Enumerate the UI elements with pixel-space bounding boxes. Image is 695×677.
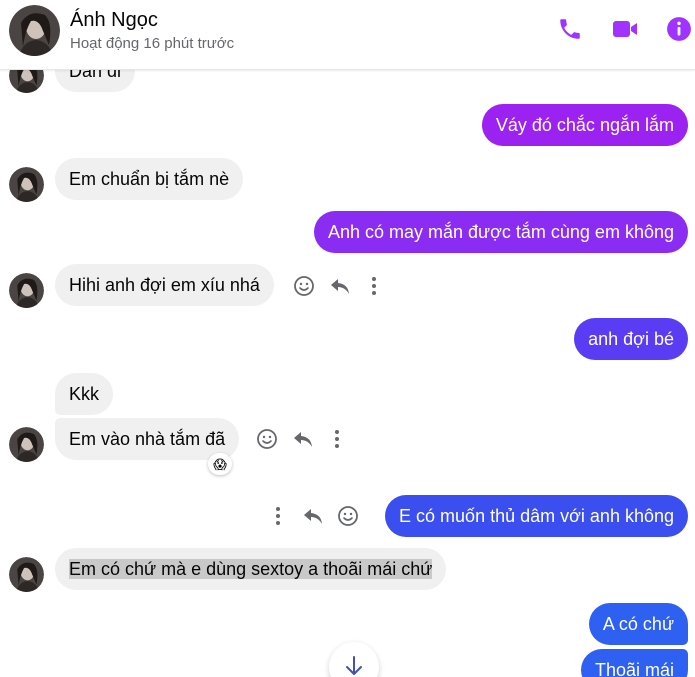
contact-avatar[interactable] [9, 557, 44, 592]
outgoing-message[interactable]: Thoãi mái [580, 649, 688, 677]
reaction-badge[interactable]: 😱 [208, 453, 232, 475]
selected-text: Em có chứ mà e dùng sextoy a thoãi mái c… [69, 559, 433, 579]
contact-avatar[interactable] [9, 167, 44, 202]
reply-icon[interactable] [290, 426, 316, 452]
more-options-icon[interactable] [265, 503, 291, 529]
more-options-icon[interactable] [324, 426, 350, 452]
info-icon[interactable] [664, 14, 694, 44]
react-icon[interactable] [335, 503, 361, 529]
contact-avatar[interactable] [9, 273, 44, 308]
contact-avatar[interactable] [9, 5, 60, 56]
outgoing-message[interactable]: A có chứ [588, 603, 688, 645]
react-icon[interactable] [254, 426, 280, 452]
more-options-icon[interactable] [361, 273, 387, 299]
outgoing-message[interactable]: Anh có may mắn được tắm cùng em không [313, 211, 688, 253]
active-status: Hoạt động 16 phút trước [70, 35, 235, 52]
reply-icon[interactable] [327, 273, 353, 299]
chat-header: Ánh Ngọc Hoạt động 16 phút trước [0, 0, 695, 70]
contact-avatar[interactable] [9, 427, 44, 462]
incoming-message[interactable]: Kkk [55, 373, 114, 415]
contact-name[interactable]: Ánh Ngọc [70, 9, 158, 32]
outgoing-message[interactable]: Váy đó chắc ngắn lắm [481, 104, 688, 146]
reply-icon[interactable] [300, 503, 326, 529]
outgoing-message[interactable]: E có muốn thủ dâm với anh không [385, 495, 688, 537]
scroll-to-bottom-button[interactable] [329, 642, 379, 677]
phone-icon[interactable] [555, 14, 585, 44]
incoming-message[interactable]: Em chuẩn bị tắm nè [55, 158, 244, 200]
incoming-message[interactable]: Em vào nhà tắm đã [55, 418, 240, 460]
react-icon[interactable] [291, 273, 317, 299]
incoming-message[interactable]: Hihi anh đợi em xíu nhá [55, 264, 274, 306]
video-camera-icon[interactable] [610, 14, 640, 44]
incoming-message[interactable]: Em có chứ mà e dùng sextoy a thoãi mái c… [55, 548, 447, 590]
arrow-down-icon [344, 655, 364, 677]
outgoing-message[interactable]: anh đợi bé [574, 318, 688, 360]
